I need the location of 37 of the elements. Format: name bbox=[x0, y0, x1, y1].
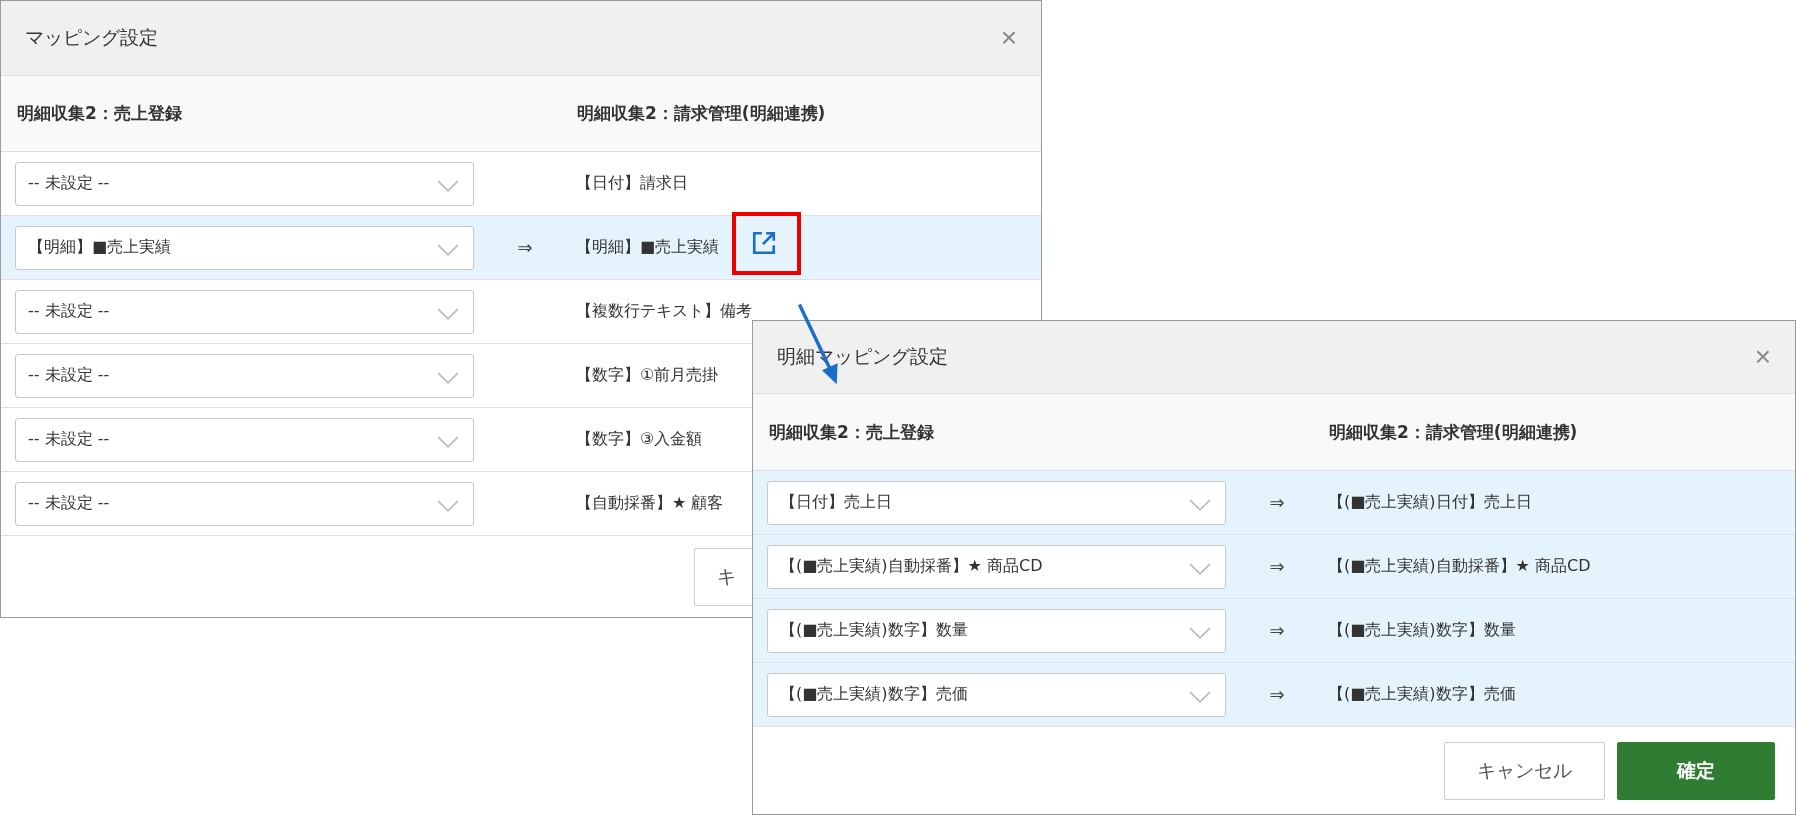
mapping-arrow: ⇒ bbox=[1269, 556, 1285, 577]
field-dropdown[interactable]: 【日付】売上日 bbox=[767, 480, 1226, 525]
target-field-label: 【複数行テキスト】備考 bbox=[576, 301, 752, 322]
mapping-row[interactable]: 【(■売上実績)数字】数量 ⇒ 【(■売上実績)数字】数量 bbox=[753, 599, 1795, 663]
cancel-button[interactable]: キャンセル bbox=[1444, 741, 1605, 800]
target-field-label: 【(■売上実績)自動採番】★ 商品CD bbox=[1328, 556, 1591, 577]
mapping-row[interactable]: 【明細】■売上実績 ⇒ 【明細】■売上実績 bbox=[1, 216, 1041, 280]
field-dropdown[interactable]: -- 未設定 -- bbox=[15, 289, 474, 334]
mapping-arrow: ⇒ bbox=[1269, 620, 1285, 641]
target-field-label: 【自動採番】★ 顧客 bbox=[576, 493, 724, 514]
field-dropdown[interactable]: -- 未設定 -- bbox=[15, 481, 474, 526]
column-header: 明細収集2：売上登録 bbox=[17, 102, 183, 125]
field-dropdown[interactable]: 【明細】■売上実績 bbox=[15, 225, 474, 270]
dialog-title: マッピング設定 bbox=[25, 25, 158, 50]
mapping-row[interactable]: 【(■売上実績)数字】売価 ⇒ 【(■売上実績)数字】売価 bbox=[753, 663, 1795, 727]
target-field-label: 【(■売上実績)数字】売価 bbox=[1328, 684, 1516, 705]
field-dropdown[interactable]: 【(■売上実績)自動採番】★ 商品CD bbox=[767, 544, 1226, 589]
mapping-arrow: ⇒ bbox=[517, 237, 533, 258]
confirm-button[interactable]: 確定 bbox=[1617, 741, 1775, 800]
field-dropdown[interactable]: -- 未設定 -- bbox=[15, 353, 474, 398]
column-header: 明細収集2：請求管理(明細連携) bbox=[1329, 420, 1578, 444]
column-header: 明細収集2：請求管理(明細連携) bbox=[577, 102, 826, 125]
field-dropdown[interactable]: -- 未設定 -- bbox=[15, 417, 474, 462]
mapping-row[interactable]: 【日付】売上日 ⇒ 【(■売上実績)日付】売上日 bbox=[753, 471, 1795, 535]
field-dropdown[interactable]: -- 未設定 -- bbox=[15, 161, 474, 206]
mapping-arrow: ⇒ bbox=[1269, 684, 1285, 705]
mapping-arrow: ⇒ bbox=[1269, 492, 1285, 513]
mapping-row[interactable]: 【(■売上実績)自動採番】★ 商品CD ⇒ 【(■売上実績)自動採番】★ 商品CD bbox=[753, 535, 1795, 599]
target-field-label: 【数字】①前月売掛 bbox=[576, 365, 719, 386]
target-field-label: 【明細】■売上実績 bbox=[576, 237, 720, 258]
target-field-label: 【数字】③入金額 bbox=[576, 429, 703, 450]
target-field-label: 【日付】請求日 bbox=[576, 173, 688, 194]
column-header: 明細収集2：売上登録 bbox=[769, 420, 935, 444]
target-field-label: 【(■売上実績)日付】売上日 bbox=[1328, 492, 1532, 513]
field-dropdown[interactable]: 【(■売上実績)数字】売価 bbox=[767, 672, 1226, 717]
field-dropdown[interactable]: 【(■売上実績)数字】数量 bbox=[767, 608, 1226, 653]
target-field-label: 【(■売上実績)数字】数量 bbox=[1328, 620, 1516, 641]
